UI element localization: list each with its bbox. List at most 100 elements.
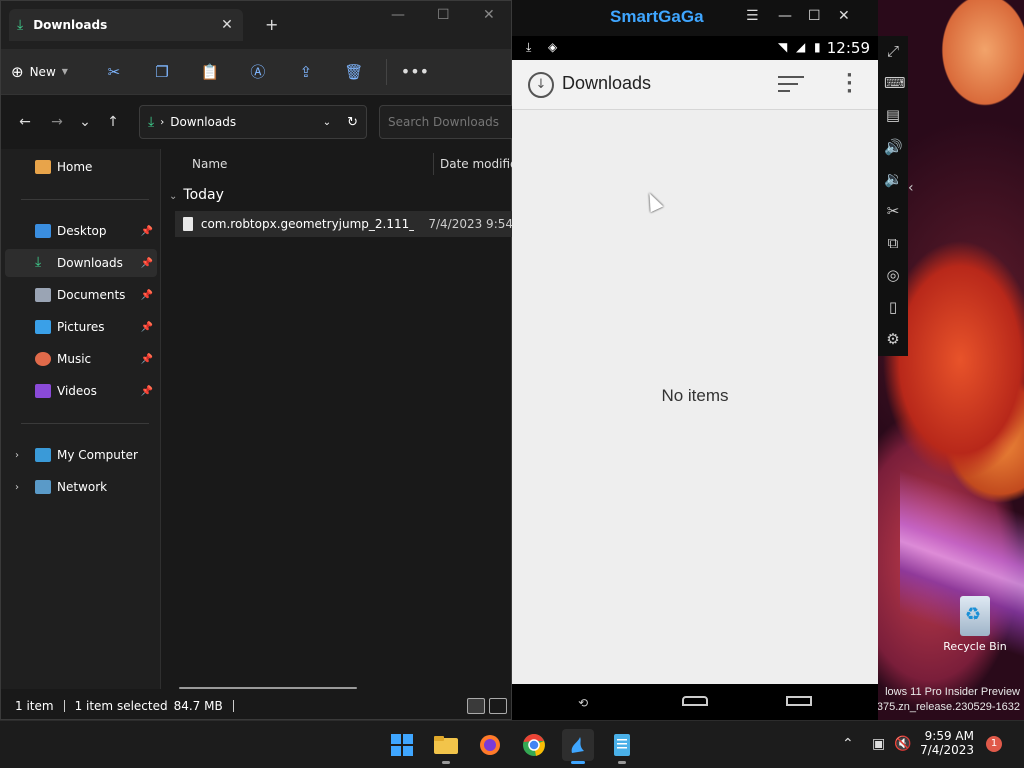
share-icon[interactable]: ⇪ — [282, 63, 330, 81]
new-tab-button[interactable]: + — [265, 15, 278, 34]
up-arrow-icon[interactable]: ↑ — [97, 114, 129, 130]
settings-gear-icon[interactable]: ⚙ — [884, 330, 902, 348]
sidebar-item-label: Pictures — [57, 320, 105, 334]
paste-icon[interactable]: 📋 — [186, 63, 234, 81]
chrome-taskbar-button[interactable] — [518, 729, 550, 761]
download-arrow-icon: ⤓ — [17, 17, 24, 33]
tab-title: Downloads — [33, 18, 108, 32]
clock-time: 9:59 AM — [924, 729, 974, 743]
close-window-icon[interactable]: ✕ — [483, 7, 495, 23]
breadcrumb-downloads[interactable]: Downloads — [170, 115, 323, 129]
sort-icon[interactable] — [778, 76, 804, 97]
recycle-bin-icon — [960, 596, 990, 636]
column-divider[interactable] — [433, 153, 434, 175]
notification-badge[interactable]: 1 — [986, 736, 1002, 752]
tiles-view-icon[interactable] — [489, 698, 507, 714]
details-view-icon[interactable] — [467, 698, 485, 714]
sidebar-item-pictures[interactable]: Pictures 📌 — [5, 313, 157, 341]
file-icon — [183, 217, 193, 231]
expand-chevron-icon[interactable]: › — [15, 482, 19, 493]
file-explorer-taskbar-button[interactable] — [430, 729, 462, 764]
apk-install-icon[interactable]: ▤ — [884, 106, 902, 124]
maximize-icon[interactable]: ☐ — [808, 8, 821, 24]
nav-divider — [21, 199, 149, 200]
download-arrow-icon: ⤓ — [35, 254, 42, 270]
notepad-taskbar-button[interactable] — [606, 729, 638, 764]
network-status-icon[interactable]: ▣ — [872, 736, 885, 752]
new-button[interactable]: ⊕ New ▼ — [11, 63, 68, 81]
sidebar-item-videos[interactable]: Videos 📌 — [5, 377, 157, 405]
recents-nav-icon[interactable] — [786, 696, 812, 706]
app-title: Downloads — [562, 73, 652, 93]
back-arrow-icon[interactable]: ← — [9, 114, 41, 130]
column-name[interactable]: Name — [192, 157, 227, 171]
sidebar-item-documents[interactable]: Documents 📌 — [5, 281, 157, 309]
start-button[interactable] — [386, 729, 418, 761]
close-tab-icon[interactable]: ✕ — [219, 17, 235, 33]
table-row[interactable]: com.robtopx.geometryjump_2.111_paid-... … — [175, 211, 513, 237]
home-nav-icon[interactable] — [682, 696, 708, 706]
keyboard-icon[interactable]: ⌨ — [884, 74, 906, 92]
pin-icon: 📌 — [140, 225, 153, 237]
horizontal-scrollbar[interactable] — [179, 687, 357, 689]
fullscreen-icon[interactable]: ⤢ — [884, 42, 902, 60]
address-dropdown-icon[interactable]: ⌄ — [323, 117, 331, 128]
android-nav-bar: ⟲ — [512, 684, 878, 720]
expand-chevron-icon[interactable]: › — [15, 450, 19, 461]
android-app-bar: ↓ Downloads · · · — [512, 60, 878, 110]
android-screen: ⤓ ◈ ◥ ◢ ▮ 12:59 ↓ Downloads · · · No items… — [512, 36, 878, 720]
nav-divider — [21, 423, 149, 424]
close-window-icon[interactable]: ✕ — [838, 8, 850, 24]
forward-arrow-icon[interactable]: → — [41, 114, 73, 130]
menu-icon[interactable]: ☰ — [746, 8, 759, 24]
maximize-icon[interactable]: ☐ — [437, 7, 450, 23]
shake-icon[interactable]: ▯ — [884, 298, 902, 316]
group-header-today[interactable]: ⌄ Today — [169, 187, 224, 203]
home-icon — [35, 160, 51, 174]
refresh-icon[interactable]: ↻ — [347, 115, 358, 130]
sidebar-item-downloads[interactable]: ⤓ Downloads 📌 — [5, 249, 157, 277]
tab-downloads[interactable]: ⤓ Downloads ✕ — [9, 9, 243, 41]
smartgaga-taskbar-button[interactable] — [562, 729, 594, 764]
search-input[interactable] — [379, 105, 519, 139]
recent-locations-chevron-icon[interactable]: ⌄ — [73, 114, 97, 130]
sidebar-item-music[interactable]: Music 📌 — [5, 345, 157, 373]
delete-icon[interactable]: 🗑 — [330, 63, 378, 81]
sidebar-item-label: Network — [57, 480, 108, 494]
multi-instance-icon[interactable]: ⧉ — [884, 234, 902, 252]
chevron-up-icon[interactable]: ⌃ — [842, 736, 854, 752]
pictures-icon — [35, 320, 51, 334]
volume-down-icon[interactable]: 🔉 — [884, 170, 903, 188]
address-row: ← → ⌄ ↑ ⤓ › Downloads ⌄ ↻ — [1, 95, 519, 149]
smartgaga-brand: SmartGaGa — [610, 7, 704, 26]
collapse-sidebar-icon[interactable]: ‹ — [908, 180, 914, 196]
volume-up-icon[interactable]: 🔊 — [884, 138, 903, 156]
screenshot-cut-icon[interactable]: ✂ — [884, 202, 902, 220]
sidebar-item-desktop[interactable]: Desktop 📌 — [5, 217, 157, 245]
recycle-bin-shortcut[interactable]: Recycle Bin — [942, 596, 1008, 653]
item-count: 1 item — [15, 699, 54, 713]
copy-icon[interactable]: ❐ — [138, 63, 186, 81]
pin-icon: 📌 — [140, 257, 153, 269]
cut-icon[interactable]: ✂ — [90, 63, 138, 81]
address-bar[interactable]: ⤓ › Downloads ⌄ ↻ — [139, 105, 367, 139]
rename-icon[interactable]: Ⓐ — [234, 61, 282, 82]
clock[interactable]: 9:59 AM 7/4/2023 — [904, 729, 974, 757]
back-nav-icon[interactable]: ⟲ — [578, 696, 588, 710]
chevron-down-icon: ▼ — [61, 67, 68, 76]
sidebar-item-network[interactable]: › Network — [5, 473, 157, 501]
firefox-taskbar-button[interactable] — [474, 729, 506, 761]
minimize-icon[interactable]: — — [391, 7, 405, 23]
download-notification-icon: ⤓ — [526, 40, 532, 54]
selection-size: 84.7 MB — [173, 699, 223, 713]
location-icon[interactable]: ◎ — [884, 266, 902, 284]
more-options-icon[interactable]: ••• — [395, 62, 435, 81]
desktop-icon — [35, 224, 51, 238]
smartgaga-titlebar: SmartGaGa ☰ — ☐ ✕ — [512, 0, 878, 36]
sidebar-item-my-computer[interactable]: › My Computer — [5, 441, 157, 469]
minimize-icon[interactable]: — — [778, 8, 792, 24]
music-icon — [35, 352, 51, 366]
firefox-icon — [480, 735, 500, 755]
overflow-menu-icon[interactable]: · · · — [846, 67, 853, 101]
sidebar-item-home[interactable]: Home — [5, 153, 157, 181]
